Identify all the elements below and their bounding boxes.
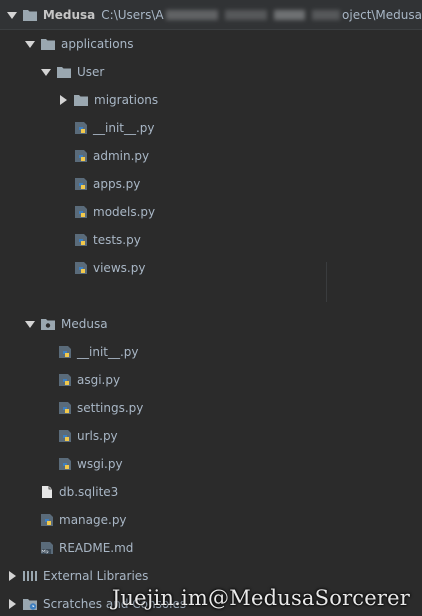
tree-item-file[interactable]: README.md (0, 538, 422, 558)
file-label: __init__.py (93, 121, 155, 135)
chevron-down-icon[interactable] (6, 9, 18, 21)
tree-item-file[interactable]: db.sqlite3 (0, 482, 422, 502)
file-label: README.md (59, 541, 134, 555)
tree-item-label: applications (61, 37, 134, 51)
chevron-down-icon[interactable] (40, 66, 52, 78)
python-file-icon (41, 514, 53, 526)
project-name: Medusa (42, 7, 96, 22)
tree-item-file[interactable]: settings.py (0, 398, 422, 418)
project-root-row[interactable]: Medusa C:\Users\A oject\Medusa (0, 0, 422, 30)
tree-item-label: migrations (94, 93, 159, 107)
tree-item-file[interactable]: __init__.py (0, 342, 422, 362)
file-label: __init__.py (77, 345, 139, 359)
tree-item-file[interactable]: admin.py (0, 146, 422, 166)
tree-item-file[interactable]: urls.py (0, 426, 422, 446)
tree-item-file[interactable]: __init__.py (0, 118, 422, 138)
markdown-file-icon (41, 542, 53, 554)
tree-item-file[interactable]: views.py (0, 258, 422, 278)
file-label: urls.py (77, 429, 118, 443)
file-label: manage.py (59, 513, 127, 527)
tree-item-label: User (77, 65, 105, 79)
python-file-icon (75, 262, 87, 274)
python-file-icon (59, 346, 71, 358)
python-file-icon (75, 234, 87, 246)
watermark: Juejin.im@MedusaSorcerer (111, 586, 410, 610)
chevron-right-icon[interactable] (6, 598, 18, 610)
tree-item-migrations[interactable]: migrations (0, 90, 422, 110)
tree-item-file[interactable]: models.py (0, 202, 422, 222)
folder-icon (57, 67, 71, 78)
chevron-right-icon[interactable] (57, 94, 69, 106)
library-icon (23, 571, 37, 581)
file-label: asgi.py (77, 373, 121, 387)
file-label: db.sqlite3 (59, 485, 119, 499)
file-label: models.py (93, 205, 156, 219)
chevron-down-icon[interactable] (24, 38, 36, 50)
folder-icon (41, 39, 55, 50)
file-label: admin.py (93, 149, 150, 163)
file-label: wsgi.py (77, 457, 123, 471)
panel-divider (326, 262, 327, 302)
project-path-prefix: C:\Users\A (101, 7, 164, 22)
folder-icon (74, 95, 88, 106)
folder-icon (22, 9, 37, 21)
python-file-icon (59, 402, 71, 414)
tree-item-file[interactable]: apps.py (0, 174, 422, 194)
tree-item-label: External Libraries (43, 569, 149, 583)
scratches-icon (23, 599, 37, 610)
tree-item-file[interactable]: manage.py (0, 510, 422, 530)
python-file-icon (59, 374, 71, 386)
project-path-suffix: oject\Medusa (342, 7, 422, 22)
file-label: views.py (93, 261, 146, 275)
python-file-icon (75, 122, 87, 134)
python-file-icon (75, 150, 87, 162)
tree-item-label: Medusa (61, 317, 108, 331)
tree-item-medusa-package[interactable]: Medusa (0, 314, 422, 334)
file-label: apps.py (93, 177, 141, 191)
tree-item-external-libraries[interactable]: External Libraries (0, 566, 422, 586)
python-file-icon (75, 178, 87, 190)
tree-item-file[interactable]: tests.py (0, 230, 422, 250)
python-file-icon (59, 430, 71, 442)
redacted-path (165, 9, 341, 20)
file-icon (42, 486, 52, 498)
chevron-down-icon[interactable] (24, 318, 36, 330)
python-file-icon (59, 458, 71, 470)
chevron-right-icon[interactable] (6, 570, 18, 582)
tree-item-file[interactable]: asgi.py (0, 370, 422, 390)
tree-item-applications[interactable]: applications (0, 34, 422, 54)
file-label: tests.py (93, 233, 141, 247)
tree-item-user[interactable]: User (0, 62, 422, 82)
tree-item-file[interactable]: wsgi.py (0, 454, 422, 474)
python-file-icon (75, 206, 87, 218)
file-label: settings.py (77, 401, 144, 415)
package-folder-icon (41, 319, 55, 330)
